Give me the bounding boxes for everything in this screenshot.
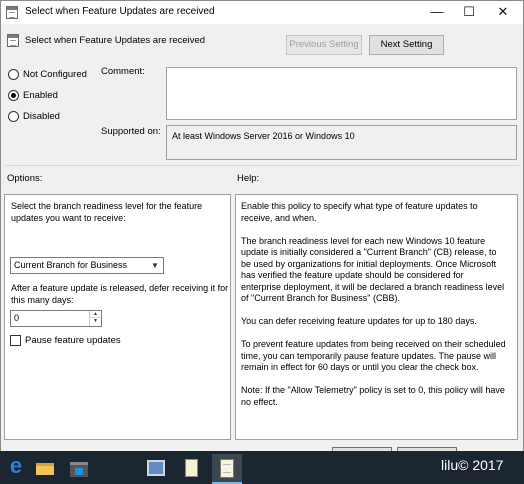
this-pc-icon[interactable] xyxy=(144,456,168,480)
spin-down-icon[interactable]: ▼ xyxy=(90,318,101,325)
radio-label: Disabled xyxy=(23,111,60,122)
radio-indicator xyxy=(8,69,19,80)
branch-prompt: Select the branch readiness level for th… xyxy=(11,201,203,223)
policy-dialog: Select when Feature Updates are received… xyxy=(0,0,524,484)
previous-setting-button[interactable]: Previous Setting xyxy=(286,35,362,55)
comment-field[interactable] xyxy=(166,67,517,120)
dropdown-value: Current Branch for Business xyxy=(14,260,128,270)
options-label: Options: xyxy=(7,173,43,184)
section-divider xyxy=(5,165,519,166)
chevron-down-icon: ▼ xyxy=(151,261,159,270)
file-explorer-icon[interactable] xyxy=(33,456,57,480)
radio-label: Enabled xyxy=(23,90,58,101)
defer-days-spinner[interactable]: 0 ▲ ▼ xyxy=(10,310,102,327)
options-panel: Select the branch readiness level for th… xyxy=(4,194,231,440)
next-setting-button[interactable]: Next Setting xyxy=(369,35,444,55)
supported-on-value: At least Windows Server 2016 or Windows … xyxy=(166,125,517,160)
comment-label: Comment: xyxy=(101,66,145,77)
checkbox-label: Pause feature updates xyxy=(25,335,121,346)
close-button[interactable]: ✕ xyxy=(486,1,520,24)
window-title: Select when Feature Updates are received xyxy=(25,6,215,17)
watermark: lilu© 2017 xyxy=(441,457,504,473)
defer-prompt: After a feature update is released, defe… xyxy=(11,283,229,305)
radio-indicator xyxy=(8,111,19,122)
maximize-button[interactable]: ☐ xyxy=(452,1,486,24)
title-bar: Select when Feature Updates are received… xyxy=(1,1,523,24)
help-paragraph: The branch readiness level for each new … xyxy=(241,235,505,304)
spin-up-icon[interactable]: ▲ xyxy=(90,311,101,318)
policy-icon xyxy=(6,6,18,19)
checkbox-indicator xyxy=(10,335,21,346)
store-icon[interactable] xyxy=(67,456,91,480)
radio-label: Not Configured xyxy=(23,69,87,80)
help-paragraph: To prevent feature updates from being re… xyxy=(241,339,506,372)
supported-on-label: Supported on: xyxy=(101,126,161,137)
edge-icon[interactable]: e xyxy=(4,454,28,480)
policy-icon xyxy=(7,34,19,47)
help-panel: Enable this policy to specify what type … xyxy=(235,194,518,440)
help-paragraph: Enable this policy to specify what type … xyxy=(241,201,478,223)
help-paragraph: You can defer receiving feature updates … xyxy=(241,316,477,326)
defer-days-value: 0 xyxy=(14,313,20,323)
spinner-arrows: ▲ ▼ xyxy=(89,311,101,326)
help-label: Help: xyxy=(237,173,260,184)
help-paragraph: Note: If the "Allow Telemetry" policy is… xyxy=(241,385,505,407)
branch-readiness-dropdown[interactable]: Current Branch for Business ▼ xyxy=(10,257,164,274)
radio-indicator xyxy=(8,90,19,101)
help-text: Enable this policy to specify what type … xyxy=(241,201,506,420)
notepad-icon[interactable] xyxy=(180,456,204,480)
document-icon[interactable] xyxy=(212,454,242,484)
minimize-button[interactable]: — xyxy=(420,1,454,24)
policy-title: Select when Feature Updates are received xyxy=(25,35,206,46)
